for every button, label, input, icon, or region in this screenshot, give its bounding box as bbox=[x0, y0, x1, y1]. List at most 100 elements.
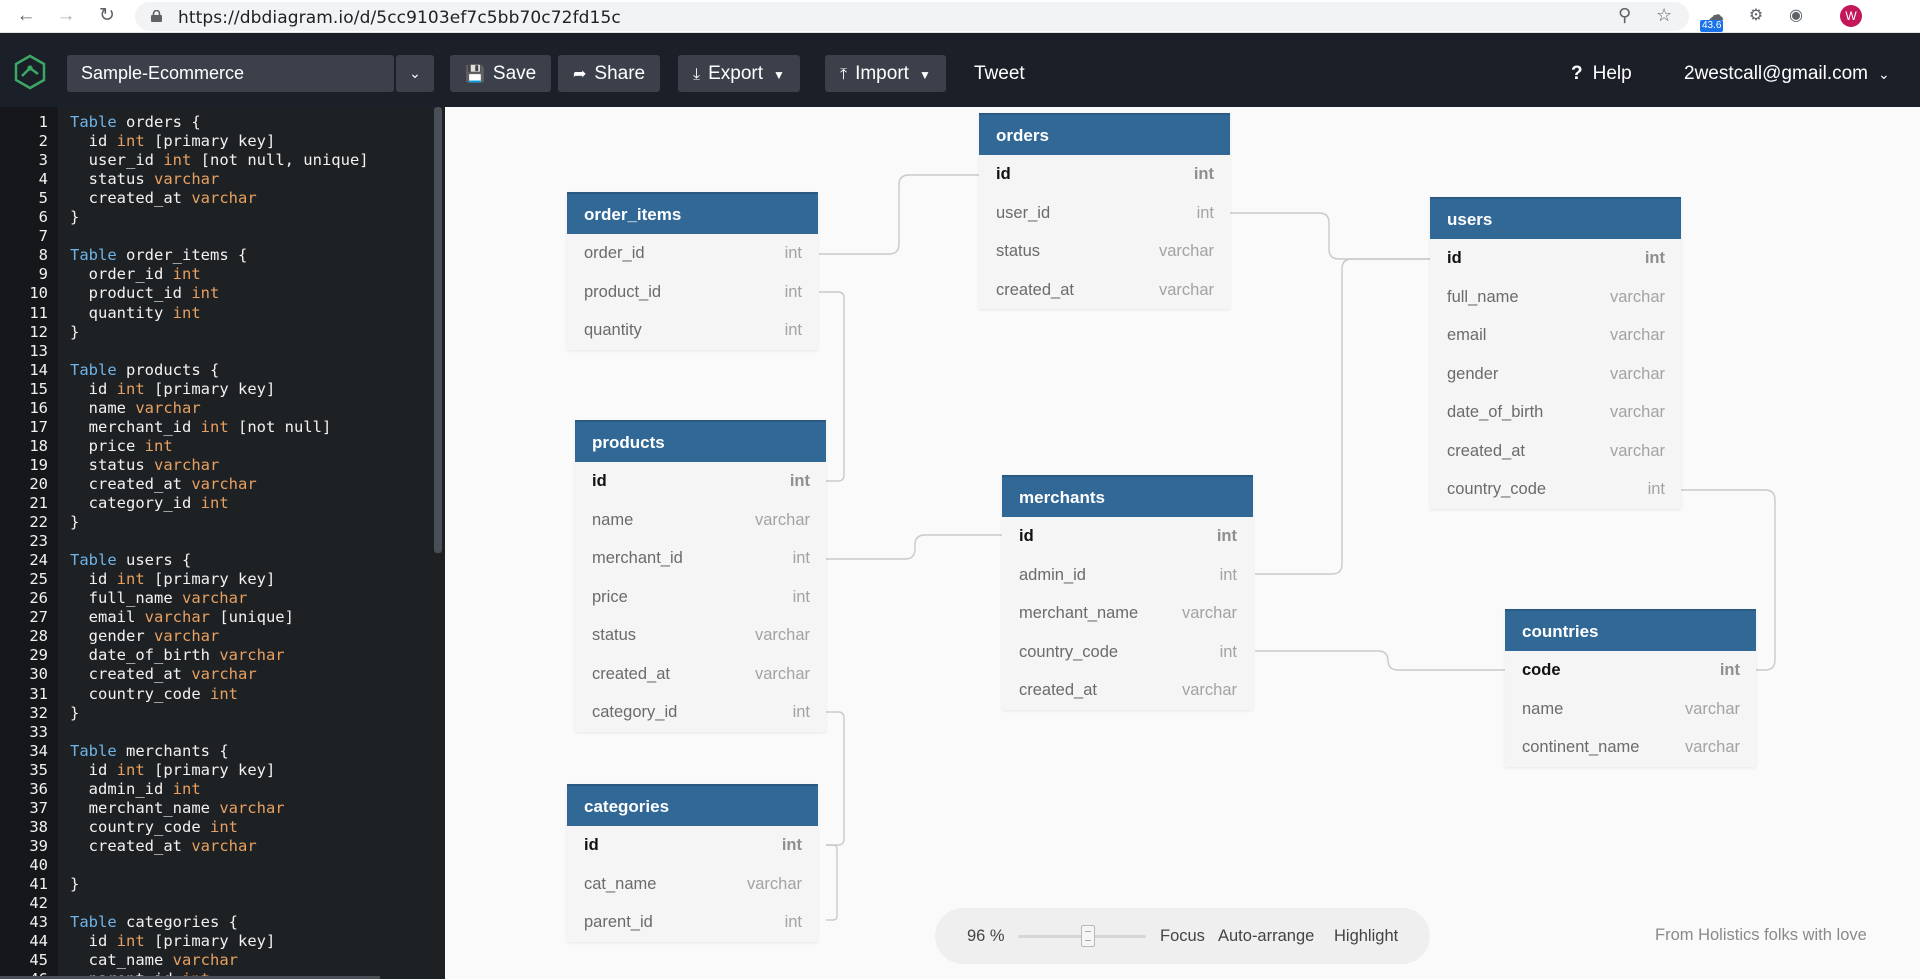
table-order-items[interactable]: order_items order_id int product_id int quant… bbox=[567, 192, 818, 350]
table-field-row[interactable]: date_of_birth varchar bbox=[1430, 393, 1681, 432]
code-text: created_at varchar bbox=[70, 189, 257, 208]
table-field-row[interactable]: gender varchar bbox=[1430, 355, 1681, 394]
table-field-row[interactable]: created_at varchar bbox=[575, 655, 826, 694]
table-field-row[interactable]: merchant_id int bbox=[575, 539, 826, 578]
tweet-link[interactable]: Tweet bbox=[974, 55, 1025, 92]
table-field-row[interactable]: category_id int bbox=[575, 693, 826, 732]
table-field-row[interactable]: admin_id int bbox=[1002, 556, 1253, 595]
code-token: created_at bbox=[70, 474, 192, 493]
dbdiagram-logo-icon[interactable] bbox=[12, 54, 48, 90]
code-text: full_name varchar bbox=[70, 589, 248, 608]
browser-toolbar: ← → ↻ https://dbdiagram.io/d/5cc9103ef7c… bbox=[0, 0, 1920, 33]
reload-icon[interactable]: ↻ bbox=[95, 4, 119, 28]
line-number: 17 bbox=[29, 417, 48, 436]
editor-scrollbar[interactable] bbox=[434, 107, 442, 553]
auto-arrange-button[interactable]: Auto-arrange bbox=[1218, 908, 1314, 964]
line-number: 40 bbox=[29, 855, 48, 874]
table-header[interactable]: users bbox=[1430, 197, 1681, 239]
save-button[interactable]: 💾 Save bbox=[450, 55, 552, 92]
profile-avatar[interactable]: W bbox=[1840, 5, 1862, 27]
table-users[interactable]: users id int full_name varchar email varchar ge… bbox=[1430, 197, 1681, 509]
table-field-row[interactable]: id int bbox=[575, 462, 826, 501]
zoom-icon[interactable]: ⚲ bbox=[1618, 5, 1631, 26]
diagram-canvas[interactable]: orders id int user_id int status varchar create… bbox=[445, 107, 1920, 979]
code-token: } bbox=[70, 703, 80, 722]
footer-credit[interactable]: From Holistics folks with love bbox=[1655, 926, 1867, 945]
focus-button[interactable]: Focus bbox=[1160, 908, 1205, 964]
table-field-row[interactable]: cat_name varchar bbox=[567, 865, 818, 904]
table-field-row[interactable]: user_id int bbox=[979, 194, 1230, 233]
field-name: full_name bbox=[1447, 287, 1519, 306]
table-countries[interactable]: countries code int name varchar continent_nam… bbox=[1505, 609, 1756, 767]
bookmark-star-icon[interactable]: ☆ bbox=[1656, 5, 1672, 26]
table-field-row[interactable]: created_at varchar bbox=[1002, 671, 1253, 710]
table-field-row[interactable]: product_id int bbox=[567, 273, 818, 312]
line-number: 18 bbox=[29, 436, 48, 455]
table-field-row[interactable]: status varchar bbox=[575, 616, 826, 655]
table-field-row[interactable]: email varchar bbox=[1430, 316, 1681, 355]
code-token: order_id bbox=[70, 265, 173, 284]
table-field-row[interactable]: id int bbox=[1002, 517, 1253, 556]
table-header[interactable]: countries bbox=[1505, 609, 1756, 651]
table-categories[interactable]: categories id int cat_name varchar parent_id i… bbox=[567, 784, 818, 942]
table-field-row[interactable]: name varchar bbox=[1505, 690, 1756, 729]
highlight-button[interactable]: Highlight bbox=[1334, 908, 1398, 964]
table-field-row[interactable]: code int bbox=[1505, 651, 1756, 690]
project-dropdown-button[interactable]: ⌄ bbox=[396, 55, 434, 92]
table-field-row[interactable]: created_at varchar bbox=[1430, 432, 1681, 471]
field-name: email bbox=[1447, 326, 1487, 344]
code-editor[interactable]: 1 Table orders {2 id int [primary key] 3 u… bbox=[0, 107, 445, 979]
type-token: int bbox=[200, 494, 229, 512]
table-field-row[interactable]: parent_id int bbox=[567, 903, 818, 942]
table-header[interactable]: merchants bbox=[1002, 475, 1253, 517]
share-button[interactable]: ➦ Share bbox=[558, 55, 661, 92]
table-field-row[interactable]: full_name varchar bbox=[1430, 278, 1681, 317]
address-bar[interactable]: https://dbdiagram.io/d/5cc9103ef7c5bb70c… bbox=[135, 2, 1689, 31]
table-orders[interactable]: orders id int user_id int status varchar create… bbox=[979, 113, 1230, 309]
table-products[interactable]: products id int name varchar merchant_id int pr… bbox=[575, 420, 826, 732]
code-token: status bbox=[70, 455, 154, 474]
project-name-input[interactable]: Sample-Ecommerce bbox=[67, 55, 394, 92]
code-token: quantity bbox=[70, 303, 173, 322]
table-field-row[interactable]: id int bbox=[567, 826, 818, 865]
import-label: Import bbox=[855, 63, 909, 84]
table-field-row[interactable]: id int bbox=[979, 155, 1230, 194]
field-name: price bbox=[592, 587, 628, 606]
keyword-token: Table bbox=[70, 246, 117, 265]
table-header[interactable]: order_items bbox=[567, 192, 818, 234]
table-field-row[interactable]: country_code int bbox=[1002, 633, 1253, 672]
field-type: varchar bbox=[754, 664, 810, 683]
field-name: country_code bbox=[1447, 480, 1547, 498]
account-menu[interactable]: 2westcall@gmail.com ⌄ bbox=[1684, 55, 1890, 92]
table-field-row[interactable]: id int bbox=[1430, 239, 1681, 278]
table-field-row[interactable]: name varchar bbox=[575, 501, 826, 540]
table-header[interactable]: products bbox=[575, 420, 826, 462]
zoom-slider-handle[interactable] bbox=[1081, 925, 1095, 947]
field-type: int bbox=[1719, 661, 1740, 679]
extension-bulb-icon[interactable]: ◉ bbox=[1784, 4, 1808, 28]
table-field-row[interactable]: merchant_name varchar bbox=[1002, 594, 1253, 633]
line-number: 38 bbox=[29, 817, 48, 836]
table-header[interactable]: orders bbox=[979, 113, 1230, 155]
line-number: 44 bbox=[29, 932, 48, 951]
table-header[interactable]: categories bbox=[567, 784, 818, 826]
table-field-row[interactable]: country_code int bbox=[1430, 470, 1681, 509]
field-name: id bbox=[1447, 249, 1462, 267]
table-field-row[interactable]: status varchar bbox=[979, 232, 1230, 271]
import-button[interactable]: ⤒ Import ▼ bbox=[825, 55, 946, 92]
forward-icon[interactable]: → bbox=[54, 4, 78, 28]
type-token: varchar bbox=[144, 608, 210, 627]
line-number: 7 bbox=[38, 227, 48, 246]
help-button[interactable]: ? Help bbox=[1571, 55, 1632, 92]
extension-puzzle-icon[interactable]: ⚙ bbox=[1744, 4, 1768, 28]
table-field-row[interactable]: price int bbox=[575, 578, 826, 617]
table-field-row[interactable]: created_at varchar bbox=[979, 271, 1230, 310]
table-field-row[interactable]: order_id int bbox=[567, 234, 818, 273]
code-text: created_at varchar bbox=[70, 665, 257, 684]
export-button[interactable]: ⤓ Export ▼ bbox=[678, 55, 800, 92]
table-field-row[interactable]: quantity int bbox=[567, 311, 818, 350]
table-merchants[interactable]: merchants id int admin_id int merchant_name va… bbox=[1002, 475, 1253, 710]
table-field-row[interactable]: continent_name varchar bbox=[1505, 728, 1756, 767]
line-number: 11 bbox=[29, 303, 48, 322]
back-icon[interactable]: ← bbox=[14, 4, 38, 28]
